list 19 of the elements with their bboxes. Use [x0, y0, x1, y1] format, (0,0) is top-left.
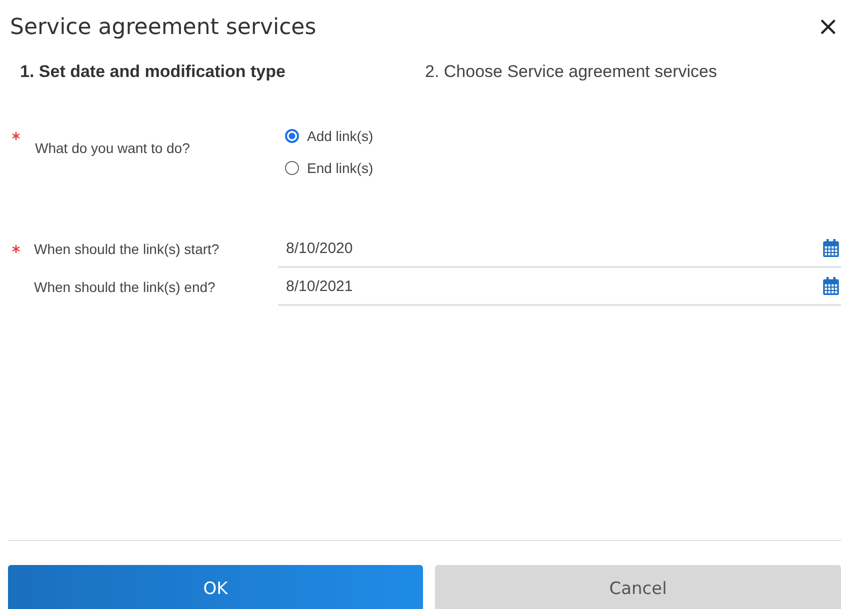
close-button[interactable]: ×	[817, 14, 841, 40]
option-label: Add link(s)	[307, 128, 374, 144]
calendar-icon[interactable]	[823, 239, 839, 257]
field-label: When should the link(s) end?	[34, 279, 216, 295]
field-label: What do you want to do?	[35, 139, 191, 158]
radio-button[interactable]	[285, 161, 299, 175]
dialog-title: Service agreement services	[10, 14, 316, 40]
step-label[interactable]: 1. Set date and modification type	[20, 62, 425, 88]
required-icon	[12, 245, 20, 253]
step-label[interactable]: 2. Choose Service agreement services	[425, 62, 830, 88]
option-label: End link(s)	[307, 160, 374, 176]
radio-button[interactable]	[285, 129, 299, 143]
date-field[interactable]: 8/10/2020	[278, 230, 841, 268]
required-icon	[12, 132, 20, 140]
ok-button[interactable]: OK	[8, 565, 423, 609]
field-label: When should the link(s) start?	[34, 241, 220, 257]
calendar-icon[interactable]	[823, 277, 839, 295]
cancel-button[interactable]: Cancel	[435, 565, 841, 609]
date-field[interactable]: 8/10/2021	[278, 268, 841, 306]
